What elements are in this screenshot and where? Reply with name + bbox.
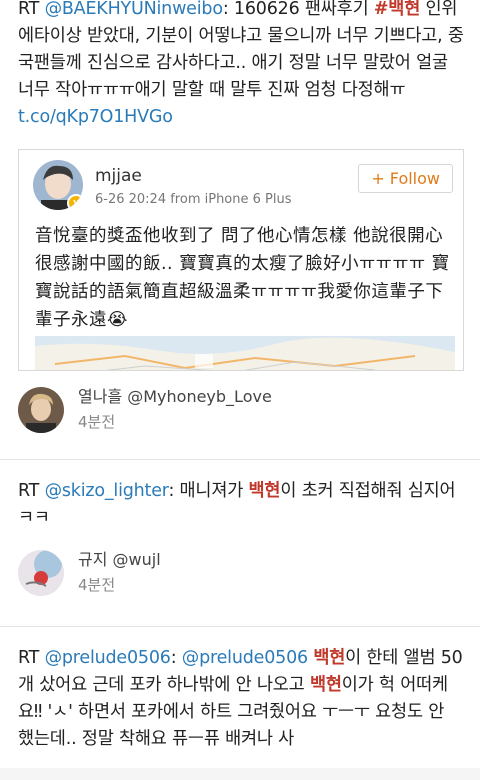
card-user: mjjae 6-26 20:24 from iPhone 6 Plus bbox=[95, 160, 292, 207]
keyword-highlight: 백현 bbox=[313, 648, 346, 668]
card-meta: 6-26 20:24 from iPhone 6 Plus bbox=[95, 192, 292, 207]
keyword-highlight: 백현 bbox=[309, 675, 342, 695]
author-name[interactable]: 규지 @wujl bbox=[78, 548, 161, 572]
embedded-weibo-card[interactable]: v mjjae 6-26 20:24 from iPhone 6 Plus + … bbox=[18, 149, 464, 371]
keyword-highlight: 백현 bbox=[248, 481, 281, 501]
tweet-text: RT @BAEKHYUNinweibo: 160626 팬싸후기 #백현 인위에… bbox=[18, 0, 464, 131]
mention-link[interactable]: @BAEKHYUNinweibo bbox=[45, 0, 223, 19]
tweet-2: RT @skizo_lighter: 매니져가 백현이 초커 직접해줘 심지어ㅋ… bbox=[0, 460, 480, 598]
map-graphic bbox=[35, 336, 455, 370]
hashtag-link[interactable]: #백현 bbox=[374, 0, 420, 19]
author-name[interactable]: 열나흘 @Myhoneyb_Love bbox=[78, 385, 272, 409]
avatar-image bbox=[18, 550, 64, 596]
author-info: 열나흘 @Myhoneyb_Love 4분전 bbox=[78, 385, 272, 435]
rt-label: RT bbox=[18, 0, 40, 19]
mention-link[interactable]: @skizo_lighter bbox=[45, 481, 169, 501]
map-image[interactable] bbox=[35, 336, 455, 370]
avatar[interactable]: v bbox=[33, 160, 83, 210]
tweet-time: 4분전 bbox=[78, 576, 116, 594]
card-username[interactable]: mjjae bbox=[95, 166, 292, 186]
bottom-bar bbox=[0, 768, 480, 780]
tweet-text-part: : 매니져가 bbox=[168, 481, 249, 501]
verified-badge-icon: v bbox=[67, 194, 83, 210]
tweet-text: RT @prelude0506: @prelude0506 백현이 한테 앨범 … bbox=[18, 645, 464, 753]
rt-label: RT bbox=[18, 481, 40, 501]
mention-link[interactable]: @prelude0506 bbox=[182, 648, 308, 668]
mention-link[interactable]: @prelude0506 bbox=[45, 648, 171, 668]
card-header: v mjjae 6-26 20:24 from iPhone 6 Plus + … bbox=[19, 150, 463, 210]
tweet-text: RT @skizo_lighter: 매니져가 백현이 초커 직접해줘 심지어ㅋ… bbox=[18, 478, 464, 532]
card-body-text: 音悅臺的獎盃他收到了 問了他心情怎樣 他說很開心很感謝中國的飯.. 寶寶真的太瘦… bbox=[35, 226, 450, 330]
url-link[interactable]: t.co/qKp7O1HVGo bbox=[18, 107, 173, 127]
avatar-image bbox=[18, 387, 64, 433]
avatar[interactable] bbox=[18, 387, 64, 433]
author-info: 규지 @wujl 4분전 bbox=[78, 548, 161, 598]
tweet-author: 열나흘 @Myhoneyb_Love 4분전 bbox=[18, 385, 464, 435]
tweet-3: RT @prelude0506: @prelude0506 백현이 한테 앨범 … bbox=[0, 627, 480, 753]
tweet-1: RT @BAEKHYUNinweibo: 160626 팬싸후기 #백현 인위에… bbox=[0, 0, 480, 435]
avatar[interactable] bbox=[18, 550, 64, 596]
follow-button[interactable]: + Follow bbox=[358, 164, 453, 193]
tweet-time: 4분전 bbox=[78, 413, 116, 431]
tweet-author: 규지 @wujl 4분전 bbox=[18, 548, 464, 598]
rt-label: RT bbox=[18, 648, 40, 668]
tweet-text-part: : bbox=[170, 648, 182, 668]
tweet-text-part: : 160626 팬싸후기 bbox=[222, 0, 374, 19]
